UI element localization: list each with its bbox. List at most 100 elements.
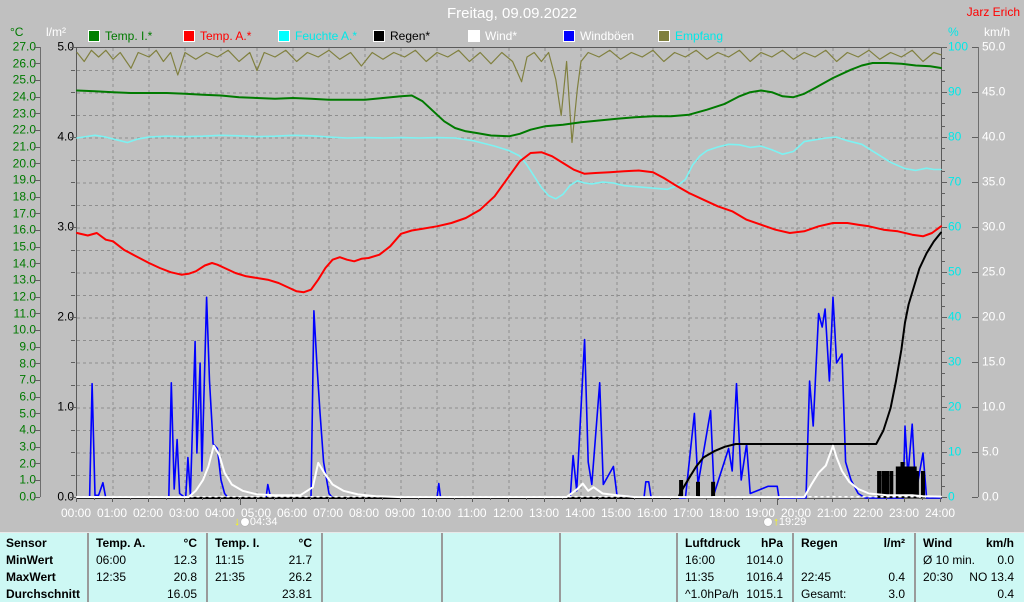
axis-tick-rain_lm2 <box>70 316 76 318</box>
minor-tick-humidity <box>941 440 945 442</box>
axis-tick-label-temp_c: 16.0 <box>12 222 36 237</box>
rain-rate-bar <box>889 471 894 498</box>
axis-tick-temp_c <box>34 429 40 431</box>
cell-value: NO 13.4 <box>969 570 1014 584</box>
minor-tick-humidity <box>941 170 945 172</box>
axis-tick-humidity_pct <box>941 271 947 273</box>
axis-tick-wind_kmh <box>972 451 978 453</box>
legend-swatch-icon <box>658 30 670 42</box>
minor-tick-humidity <box>941 474 945 476</box>
axis-tick-humidity_pct <box>941 451 947 453</box>
axis-line-temp_c <box>40 47 41 497</box>
x-axis-label: 21:00 <box>816 506 848 520</box>
legend-label: Wind* <box>485 29 518 43</box>
axis-tick-label-humidity_pct: 0 <box>948 489 955 504</box>
axis-tick-label-wind_kmh: 5.0 <box>982 444 999 459</box>
cell-value: 1015.1 <box>746 587 783 601</box>
minor-tick-humidity <box>941 193 945 195</box>
x-axis-label: 11:00 <box>457 506 487 520</box>
x-hour-tick <box>184 498 185 502</box>
legend-swatch-icon <box>373 30 385 42</box>
stats-table: Sensor MinWert MaxWert Durchschnitt Temp. A.… <box>0 532 1024 602</box>
x-halfhour-tick <box>742 498 743 500</box>
axis-tick-label-humidity_pct: 100 <box>948 39 969 54</box>
x-hour-tick <box>904 498 905 502</box>
minor-tick-rain <box>71 474 75 476</box>
cell-value <box>442 552 550 569</box>
x-axis-label: 06:00 <box>276 506 308 520</box>
legend-swatch-icon <box>563 30 575 42</box>
cell-value: 1014.0 <box>746 553 783 567</box>
axis-tick-wind_kmh <box>972 406 978 408</box>
x-axis-label: 22:00 <box>852 506 884 520</box>
x-hour-tick <box>112 498 113 502</box>
legend-label: Empfang <box>675 29 724 43</box>
axis-tick-temp_c <box>34 129 40 131</box>
axis-unit-humidity: % <box>948 25 959 39</box>
legend-label: Temp. I.* <box>105 29 153 43</box>
cell-value: 16.05 <box>166 587 197 601</box>
axis-tick-label-humidity_pct: 70 <box>948 174 962 189</box>
minor-tick-humidity <box>941 238 945 240</box>
axis-tick-humidity_pct <box>941 46 947 48</box>
cell-value <box>322 552 432 569</box>
axis-tick-label-humidity_pct: 90 <box>948 84 962 99</box>
cell-value: 0.0 <box>997 553 1014 567</box>
axis-tick-label-humidity_pct: 30 <box>948 354 962 369</box>
x-axis-label: 10:00 <box>420 506 452 520</box>
axis-tick-label-humidity_pct: 20 <box>948 399 962 414</box>
legend-label: Regen* <box>390 29 431 43</box>
x-halfhour-tick <box>922 498 923 500</box>
legend-swatch-icon <box>278 30 290 42</box>
axis-tick-label-humidity_pct: 50 <box>948 264 962 279</box>
x-hour-tick <box>292 498 293 502</box>
axis-tick-temp_c <box>34 479 40 481</box>
axis-tick-temp_c <box>34 329 40 331</box>
minor-tick-humidity <box>941 373 945 375</box>
legend-item-2: Feuchte A.* <box>278 29 357 43</box>
x-halfhour-tick <box>238 498 239 500</box>
x-hour-tick <box>76 498 77 502</box>
x-axis-label: 18:00 <box>708 506 740 520</box>
cell-value: 26.2 <box>288 570 312 584</box>
axis-tick-temp_c <box>34 246 40 248</box>
axis-tick-label-wind_kmh: 50.0 <box>982 39 1006 54</box>
axis-tick-temp_c <box>34 313 40 315</box>
x-halfhour-tick <box>850 498 851 500</box>
axis-tick-temp_c <box>34 179 40 181</box>
rain-rate-bar <box>914 471 919 498</box>
cell-value <box>322 586 432 602</box>
axis-tick-temp_c <box>34 296 40 298</box>
axis-tick-temp_c <box>34 113 40 115</box>
legend-label: Windböen <box>580 29 635 43</box>
axis-unit-rain: l/m² <box>46 25 66 39</box>
axis-tick-label-humidity_pct: 40 <box>948 309 962 324</box>
x-axis-label: 04:00 <box>204 506 236 520</box>
axis-tick-temp_c <box>34 346 40 348</box>
x-hour-tick <box>580 498 581 502</box>
minor-tick-rain <box>71 249 75 251</box>
axis-tick-label-temp_c: 21.0 <box>12 139 36 154</box>
legend-swatch-icon <box>88 30 100 42</box>
x-halfhour-tick <box>598 498 599 500</box>
axis-tick-label-temp_c: 20.0 <box>12 156 36 171</box>
axis-tick-temp_c <box>34 463 40 465</box>
col-header-unit: hPa <box>760 536 783 550</box>
cell-value <box>560 586 667 602</box>
x-axis-label: 19:00 <box>744 506 776 520</box>
minor-tick-rain <box>71 92 75 93</box>
minor-tick-rain <box>71 69 75 71</box>
minor-tick-rain <box>71 204 75 206</box>
minor-tick-humidity <box>941 249 945 251</box>
cell-value: 12.3 <box>173 553 197 567</box>
x-halfhour-tick <box>706 498 707 500</box>
col-header-unit <box>442 535 550 552</box>
cell-value: 1016.4 <box>746 570 783 584</box>
minor-tick-rain <box>71 182 75 183</box>
x-hour-tick <box>256 498 257 502</box>
minor-tick-humidity <box>941 418 945 420</box>
x-hour-tick <box>652 498 653 502</box>
axis-line-wind_kmh <box>978 47 979 497</box>
x-hour-tick <box>868 498 869 502</box>
x-hour-tick <box>724 498 725 502</box>
